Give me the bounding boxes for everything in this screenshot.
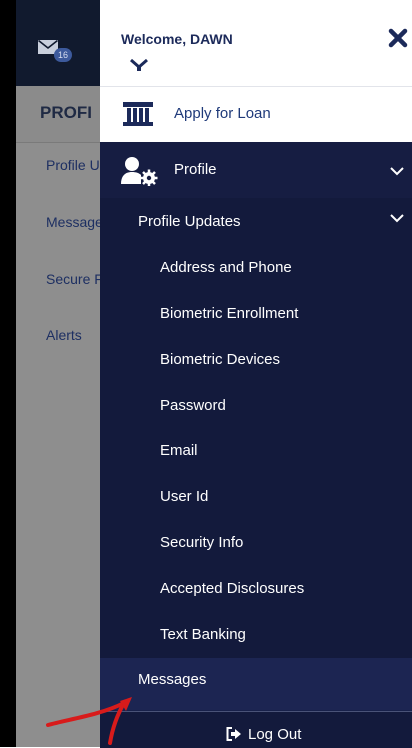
partial-menu-icon [130,58,148,71]
background-page-title: PROFI [40,103,92,122]
menu-item-security-info[interactable]: Security Info [160,534,243,551]
menu-item-email[interactable]: Email [160,442,198,459]
menu-item-accepted-disclosures[interactable]: Accepted Disclosures [160,580,304,597]
logout-icon [226,727,241,741]
background-link-secure[interactable]: Secure F [46,271,103,287]
logout-label: Log Out [248,726,302,743]
background-link-messages[interactable]: Message [46,214,103,230]
welcome-text: Welcome, DAWN [121,31,233,47]
background-link-profile-updates[interactable]: Profile U [46,157,100,173]
menu-item-address-and-phone[interactable]: Address and Phone [160,259,292,276]
menu-item-biometric-devices[interactable]: Biometric Devices [160,351,280,368]
chevron-down-icon[interactable] [390,214,404,223]
message-count-badge: 16 [54,48,72,62]
menu-item-profile-updates[interactable]: Profile Updates [138,213,241,230]
screen-edge [0,0,16,747]
close-icon[interactable] [388,27,408,49]
chevron-down-icon[interactable] [390,167,404,176]
menu-item-password[interactable]: Password [160,397,226,414]
bank-icon [123,102,153,126]
menu-item-user-id[interactable]: User Id [160,488,208,505]
profile-label: Profile [174,161,217,178]
apply-for-loan-label: Apply for Loan [174,105,271,122]
user-gear-icon [121,157,158,186]
menu-item-biometric-enrollment[interactable]: Biometric Enrollment [160,305,298,322]
menu-item-text-banking[interactable]: Text Banking [160,626,246,643]
annotation-arrow [46,697,132,745]
background-link-alerts[interactable]: Alerts [46,327,82,343]
